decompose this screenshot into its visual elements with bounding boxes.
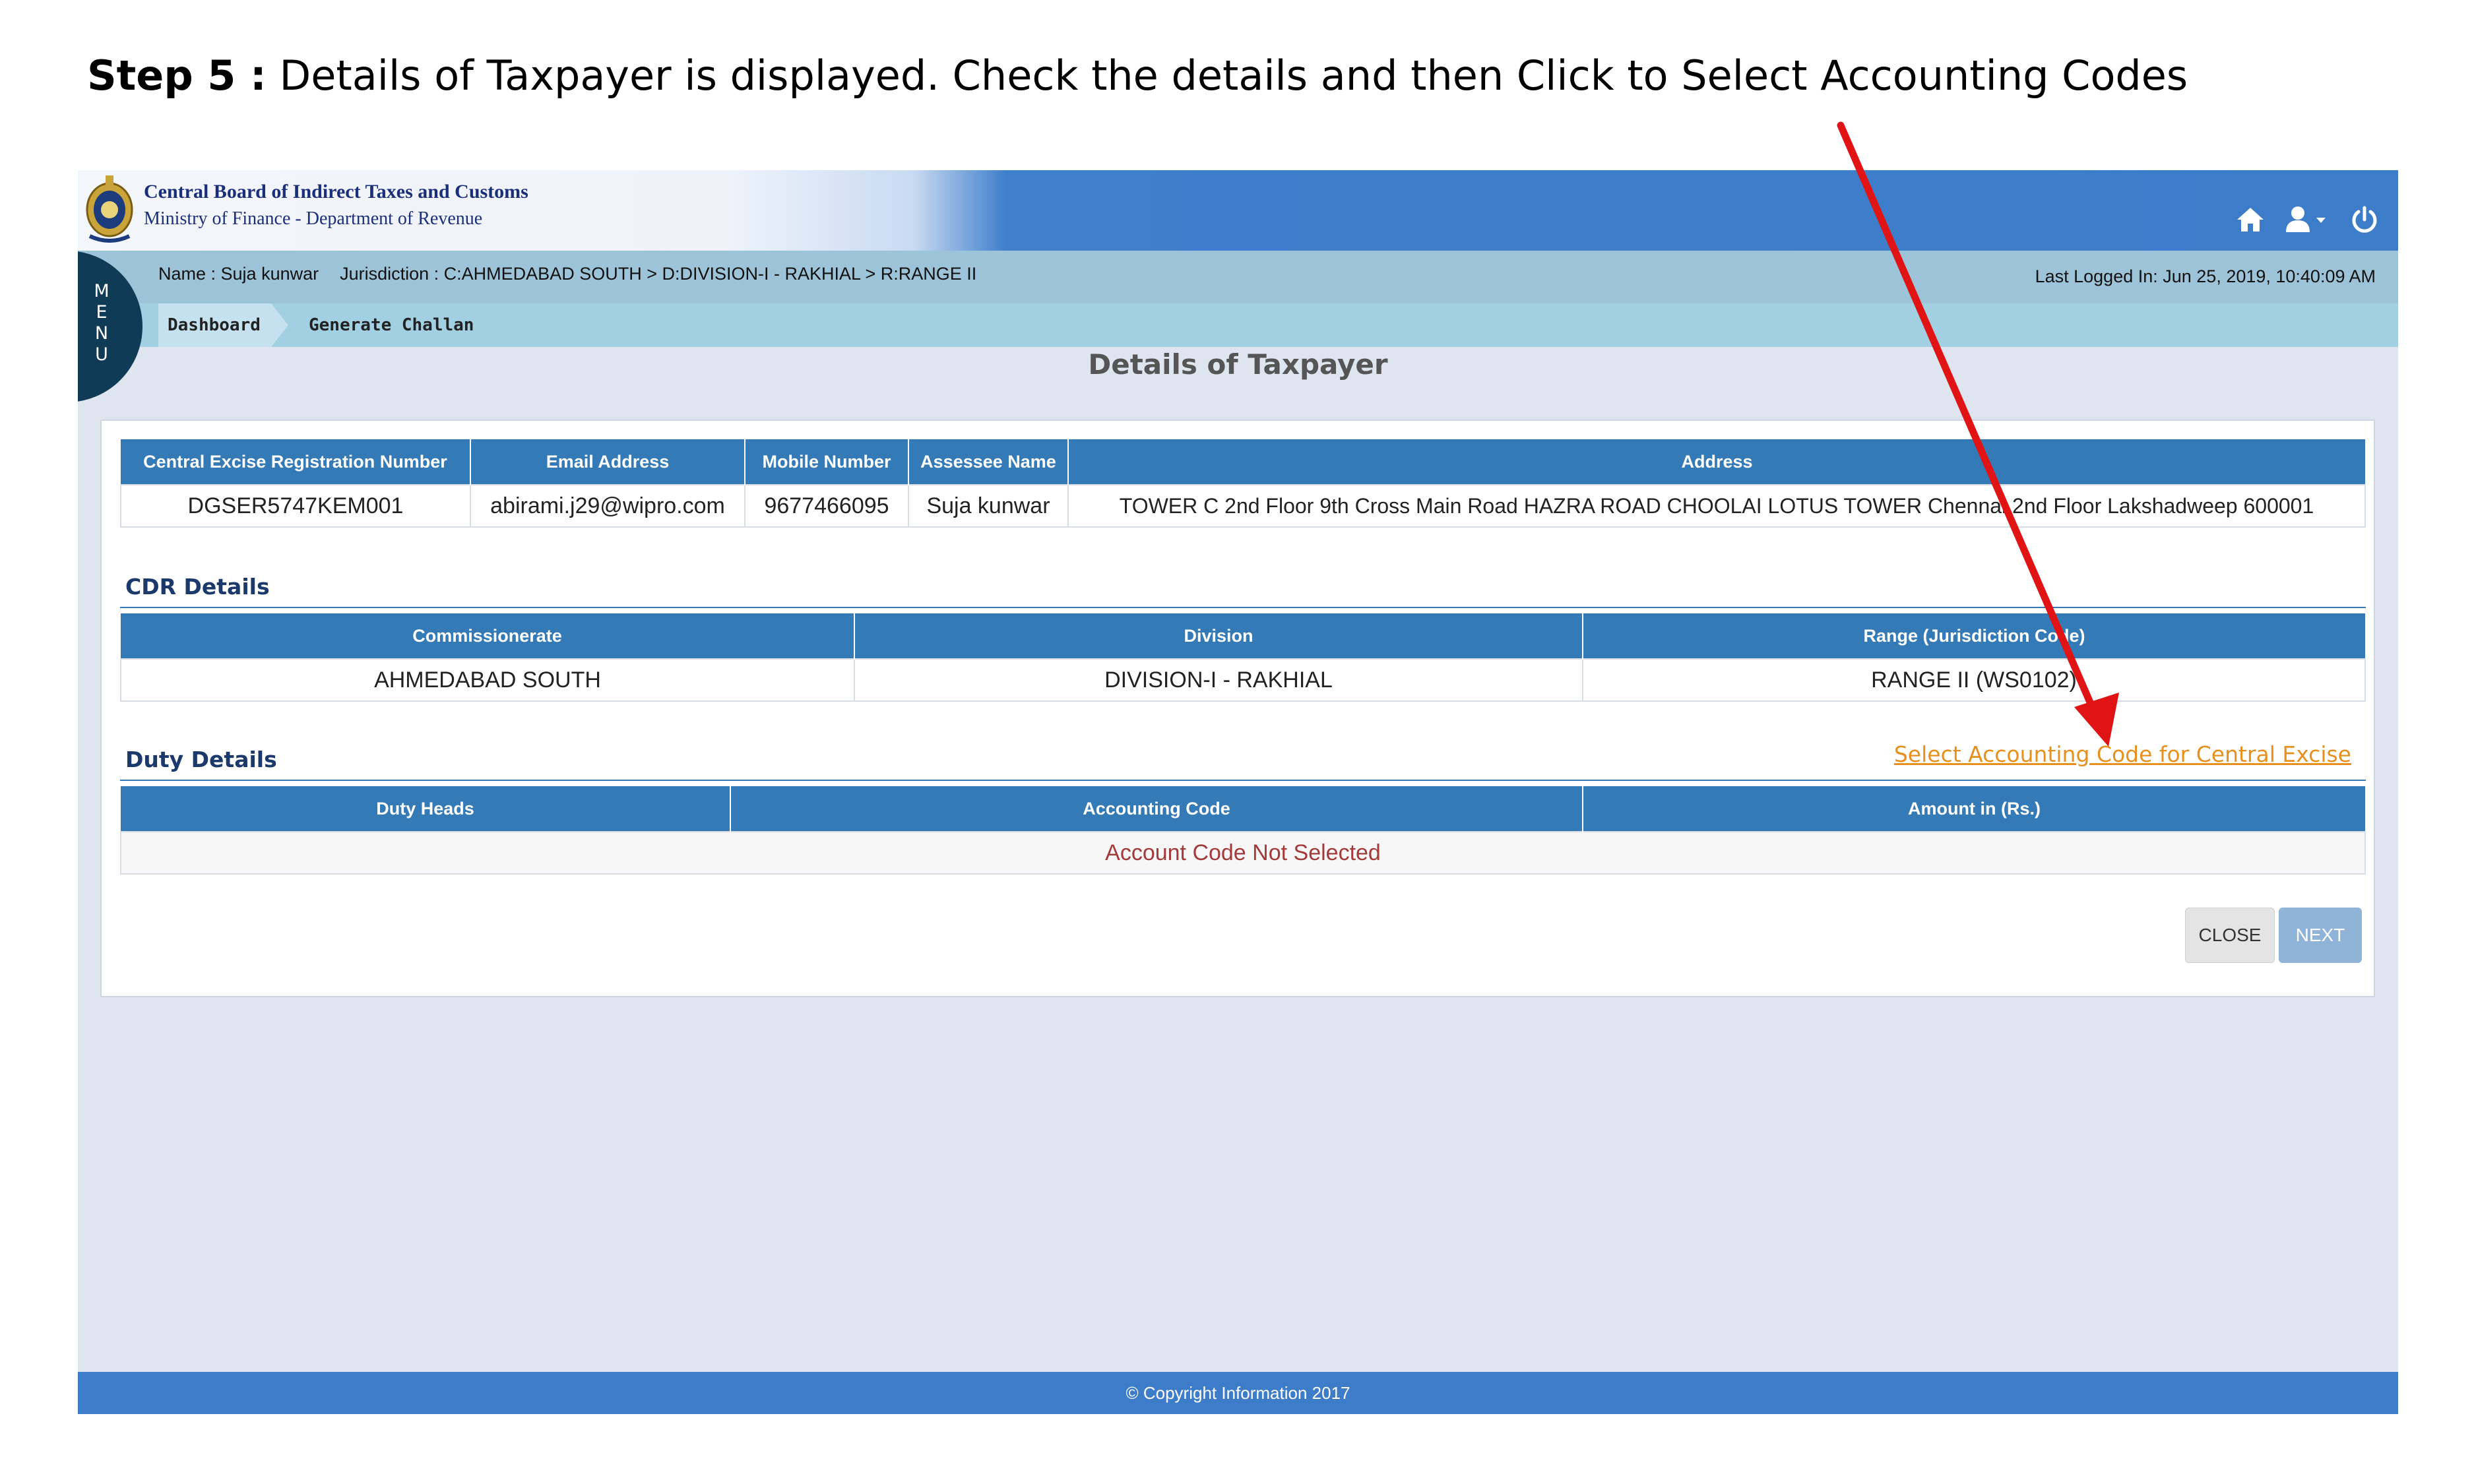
table-row: DGSER5747KEM001 abirami.j29@wipro.com 96… [120, 484, 2366, 528]
breadcrumb-dashboard[interactable]: Dashboard [158, 303, 288, 347]
user-jurisdiction: Jurisdiction : C:AHMEDABAD SOUTH > D:DIV… [340, 264, 977, 284]
app-header: Central Board of Indirect Taxes and Cust… [78, 170, 2398, 251]
duty-details-title: Duty Details [125, 747, 277, 772]
taxpayer-details-panel: Central Excise Registration Number Email… [100, 419, 2375, 997]
app-window: Central Board of Indirect Taxes and Cust… [78, 170, 2398, 1414]
table-header: Assessee Name [908, 439, 1068, 485]
org-name: Central Board of Indirect Taxes and Cust… [144, 181, 528, 202]
user-info-bar: Name : Suja kunwar Jurisdiction : C:AHMED… [78, 251, 2398, 303]
registration-number: DGSER5747KEM001 [120, 484, 471, 528]
last-logged-in: Last Logged In: Jun 25, 2019, 10:40:09 A… [2035, 266, 2376, 286]
division: DIVISION-I - RAKHIAL [854, 658, 1583, 702]
table-header: Duty Heads [121, 786, 730, 832]
table-header: Address [1067, 439, 2365, 485]
breadcrumb: Dashboard Generate Challan [78, 303, 2398, 347]
home-icon[interactable] [2236, 206, 2265, 233]
table-header: Commissionerate [121, 613, 854, 659]
table-header: Central Excise Registration Number [121, 439, 470, 485]
next-button[interactable]: NEXT [2279, 908, 2362, 963]
assessee-name: Suja kunwar [908, 484, 1069, 528]
header-icons [2236, 203, 2378, 236]
user-name: Name : Suja kunwar [158, 264, 319, 284]
account-code-not-selected: Account Code Not Selected [120, 831, 2366, 875]
table-row: AHMEDABAD SOUTH DIVISION-I - RAKHIAL RAN… [120, 658, 2366, 702]
address: TOWER C 2nd Floor 9th Cross Main Road HA… [1067, 484, 2366, 528]
cdr-details-title: CDR Details [125, 574, 270, 600]
email-address: abirami.j29@wipro.com [470, 484, 745, 528]
table-header: Mobile Number [744, 439, 908, 485]
step-label: Step 5 : [87, 51, 267, 100]
org-subtitle: Ministry of Finance - Department of Reve… [144, 208, 483, 229]
select-accounting-code-link[interactable]: Select Accounting Code for Central Excis… [1894, 741, 2351, 767]
close-button[interactable]: CLOSE [2185, 908, 2275, 963]
cdr-divider [120, 607, 2366, 608]
emblem-icon [86, 175, 133, 243]
user-icon[interactable] [2285, 206, 2331, 233]
commissionerate: AHMEDABAD SOUTH [120, 658, 855, 702]
breadcrumb-generate-challan[interactable]: Generate Challan [309, 303, 474, 347]
table-header: Division [854, 613, 1583, 659]
mobile-number: 9677466095 [744, 484, 909, 528]
duty-divider [120, 780, 2366, 781]
table-header: Email Address [470, 439, 745, 485]
cdr-table: Commissionerate Division Range (Jurisdic… [120, 613, 2366, 702]
power-icon[interactable] [2351, 206, 2378, 233]
step-instruction: Step 5 : Details of Taxpayer is displaye… [87, 51, 2188, 100]
table-header: Accounting Code [730, 786, 1583, 832]
footer-copyright: © Copyright Information 2017 [78, 1372, 2398, 1414]
range: RANGE II (WS0102) [1582, 658, 2366, 702]
duty-table: Duty Heads Accounting Code Amount in (Rs… [120, 786, 2366, 875]
user-info: Name : Suja kunwar Jurisdiction : C:AHMED… [158, 264, 976, 284]
table-row: Account Code Not Selected [120, 831, 2366, 875]
table-header: Amount in (Rs.) [1582, 786, 2365, 832]
step-text: Details of Taxpayer is displayed. Check … [279, 51, 2188, 100]
page-title: Details of Taxpayer [1088, 348, 1388, 381]
table-header: Range (Jurisdiction Code) [1582, 613, 2365, 659]
taxpayer-table: Central Excise Registration Number Email… [120, 439, 2366, 528]
